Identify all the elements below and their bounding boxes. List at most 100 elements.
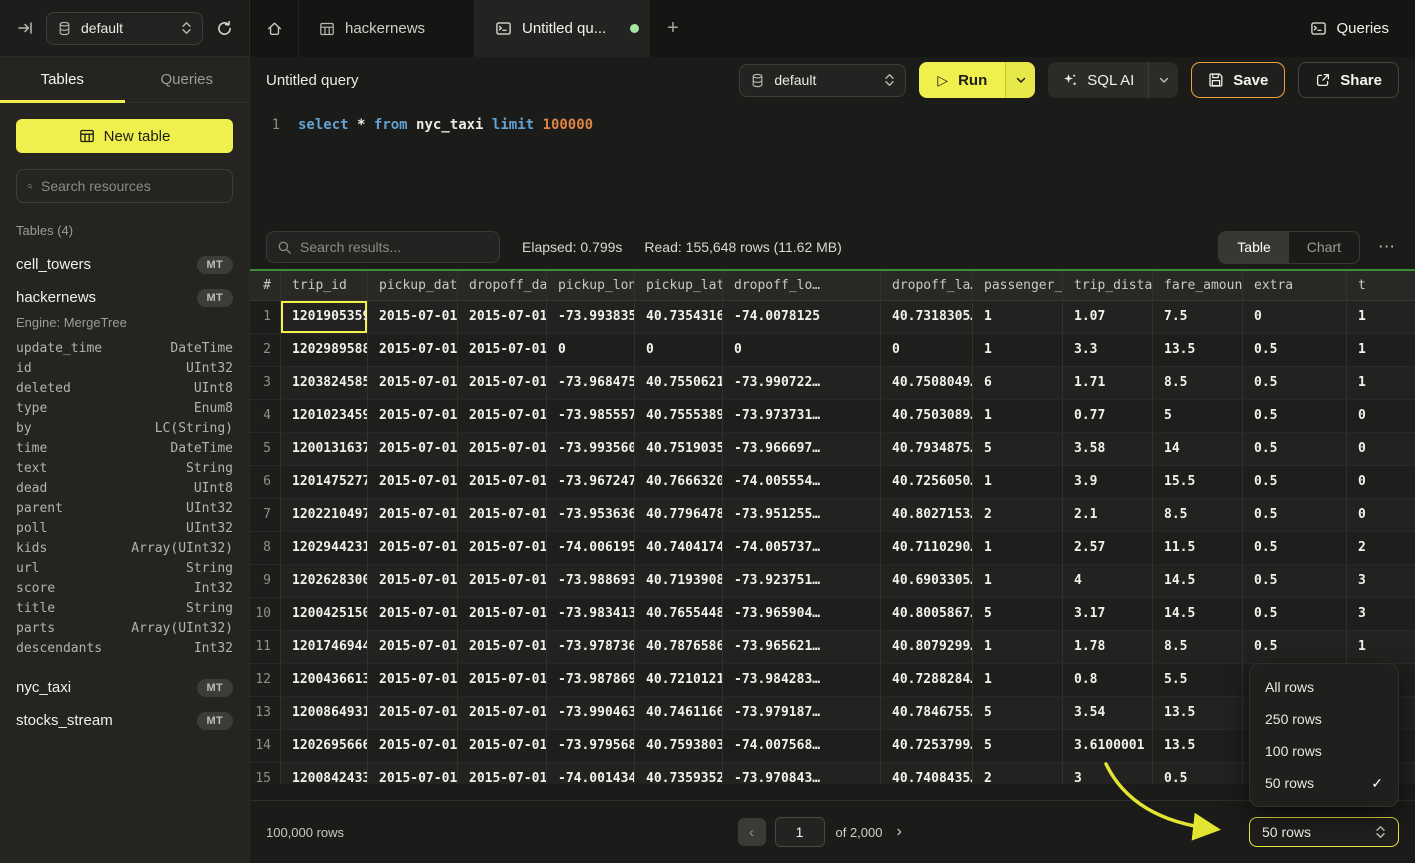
cell[interactable]: -73.968475… — [547, 367, 635, 399]
cell[interactable]: 2015-07-01… — [368, 466, 458, 498]
queries-button[interactable]: Queries — [1310, 0, 1415, 57]
cell[interactable]: 40.7256050… — [881, 466, 973, 498]
sql-editor[interactable]: 1 select * from nyc_taxi limit 100000 — [250, 103, 1415, 225]
cell[interactable]: 8.5 — [1153, 499, 1243, 531]
cell[interactable]: -74.0078125 — [723, 301, 881, 333]
cell[interactable]: 2015-07-01… — [458, 730, 547, 762]
cell[interactable]: 40.7359352… — [635, 763, 723, 784]
cell[interactable]: 3.17 — [1063, 598, 1153, 630]
cell[interactable]: 0 — [881, 334, 973, 366]
cell[interactable]: 2015-07-01… — [458, 499, 547, 531]
previous-page-button[interactable]: ‹ — [738, 818, 766, 846]
menu-item-250-rows[interactable]: 250 rows — [1250, 703, 1398, 735]
cell[interactable]: 40.7503089… — [881, 400, 973, 432]
cell[interactable]: 40.7593803… — [635, 730, 723, 762]
cell[interactable]: 3.54 — [1063, 697, 1153, 729]
column-header[interactable]: # — [250, 271, 281, 300]
search-results-input[interactable] — [300, 239, 489, 255]
cell[interactable]: 2015-07-01… — [368, 565, 458, 597]
cell[interactable]: 5 — [973, 598, 1063, 630]
new-tab-button[interactable]: + — [650, 0, 696, 57]
cell[interactable]: -73.983413… — [547, 598, 635, 630]
cell[interactable]: 14.5 — [1153, 598, 1243, 630]
cell[interactable]: 7.5 — [1153, 301, 1243, 333]
cell[interactable]: -73.965904… — [723, 598, 881, 630]
next-page-button[interactable]: › — [897, 823, 902, 841]
cell[interactable]: 2015-07-01… — [368, 532, 458, 564]
cell[interactable]: 5 — [1153, 400, 1243, 432]
collapse-sidebar-icon[interactable] — [12, 15, 38, 41]
cell[interactable]: 14 — [1153, 433, 1243, 465]
cell[interactable]: 0.5 — [1243, 433, 1347, 465]
cell[interactable]: 40.7461166… — [635, 697, 723, 729]
cell[interactable]: 40.7508049… — [881, 367, 973, 399]
cell[interactable]: 0 — [723, 334, 881, 366]
cell[interactable]: 2015-07-01… — [368, 433, 458, 465]
cell[interactable]: 1201023459 — [281, 400, 368, 432]
tab-hackernews[interactable]: hackernews — [299, 0, 475, 57]
cell[interactable]: 2015-07-01… — [368, 598, 458, 630]
cell[interactable]: 40.7519035… — [635, 433, 723, 465]
column-header[interactable]: dropoff_la… — [881, 271, 973, 300]
cell[interactable]: 2015-07-01… — [368, 301, 458, 333]
column-header[interactable]: pickup_dat… — [368, 271, 458, 300]
run-options-button[interactable] — [1005, 62, 1035, 98]
cell[interactable]: -73.984283… — [723, 664, 881, 696]
table-view-toggle[interactable]: Table — [1219, 232, 1288, 263]
cell[interactable]: -73.988693… — [547, 565, 635, 597]
cell[interactable]: 2015-07-01… — [368, 664, 458, 696]
cell[interactable]: 1 — [1347, 334, 1415, 366]
cell[interactable]: 2015-07-01… — [368, 730, 458, 762]
cell[interactable]: -73.965621… — [723, 631, 881, 663]
cell[interactable]: 1201475277 — [281, 466, 368, 498]
cell[interactable]: 0.5 — [1153, 763, 1243, 784]
cell[interactable]: -73.973731… — [723, 400, 881, 432]
column-header[interactable]: t — [1347, 271, 1415, 300]
cell[interactable]: -74.007568… — [723, 730, 881, 762]
cell[interactable]: 2.57 — [1063, 532, 1153, 564]
sidebar-item-cell-towers[interactable]: cell_towers MT — [16, 248, 233, 281]
column-header[interactable]: dropoff_da… — [458, 271, 547, 300]
page-number-input[interactable] — [775, 817, 825, 847]
run-button[interactable]: ▷ Run — [919, 62, 1005, 98]
cell[interactable]: 1 — [1347, 631, 1415, 663]
cell[interactable]: 1 — [973, 664, 1063, 696]
cell[interactable]: 1201746944 — [281, 631, 368, 663]
cell[interactable]: 1203824585 — [281, 367, 368, 399]
cell[interactable]: 0.5 — [1243, 367, 1347, 399]
cell[interactable]: 3 — [1347, 565, 1415, 597]
cell[interactable]: 2015-07-01… — [458, 565, 547, 597]
cell[interactable]: 40.7655448… — [635, 598, 723, 630]
sidebar-database-selector[interactable]: default — [46, 12, 203, 45]
cell[interactable]: 1 — [973, 334, 1063, 366]
cell[interactable]: 40.7210121… — [635, 664, 723, 696]
cell[interactable]: 0 — [635, 334, 723, 366]
page-size-selector[interactable]: 50 rows — [1249, 817, 1399, 847]
cell[interactable]: -73.967247… — [547, 466, 635, 498]
sql-ai-options-button[interactable] — [1148, 62, 1178, 98]
cell[interactable]: 5.5 — [1153, 664, 1243, 696]
cell[interactable]: 1 — [973, 301, 1063, 333]
tab-home[interactable] — [250, 0, 299, 57]
cell[interactable]: -74.006195… — [547, 532, 635, 564]
cell[interactable]: 1.71 — [1063, 367, 1153, 399]
cell[interactable]: 1200842433 — [281, 763, 368, 784]
sidebar-item-stocks-stream[interactable]: stocks_stream MT — [16, 704, 233, 737]
column-header[interactable]: trip_id — [281, 271, 368, 300]
cell[interactable]: -73.966697… — [723, 433, 881, 465]
cell[interactable]: 3.3 — [1063, 334, 1153, 366]
cell[interactable]: -73.979187… — [723, 697, 881, 729]
cell[interactable]: -73.953636… — [547, 499, 635, 531]
cell[interactable]: 1202628300 — [281, 565, 368, 597]
cell[interactable]: 0.5 — [1243, 631, 1347, 663]
search-resources-input[interactable] — [41, 178, 222, 194]
cell[interactable]: 40.8027153… — [881, 499, 973, 531]
cell[interactable]: 3.9 — [1063, 466, 1153, 498]
sql-ai-button[interactable]: SQL AI — [1048, 62, 1148, 98]
cell[interactable]: -73.985557… — [547, 400, 635, 432]
query-database-selector[interactable]: default — [739, 64, 906, 97]
cell[interactable]: -73.990722… — [723, 367, 881, 399]
cell[interactable]: 40.7354316… — [635, 301, 723, 333]
cell[interactable]: 2015-07-01… — [458, 664, 547, 696]
cell[interactable]: 0.5 — [1243, 532, 1347, 564]
